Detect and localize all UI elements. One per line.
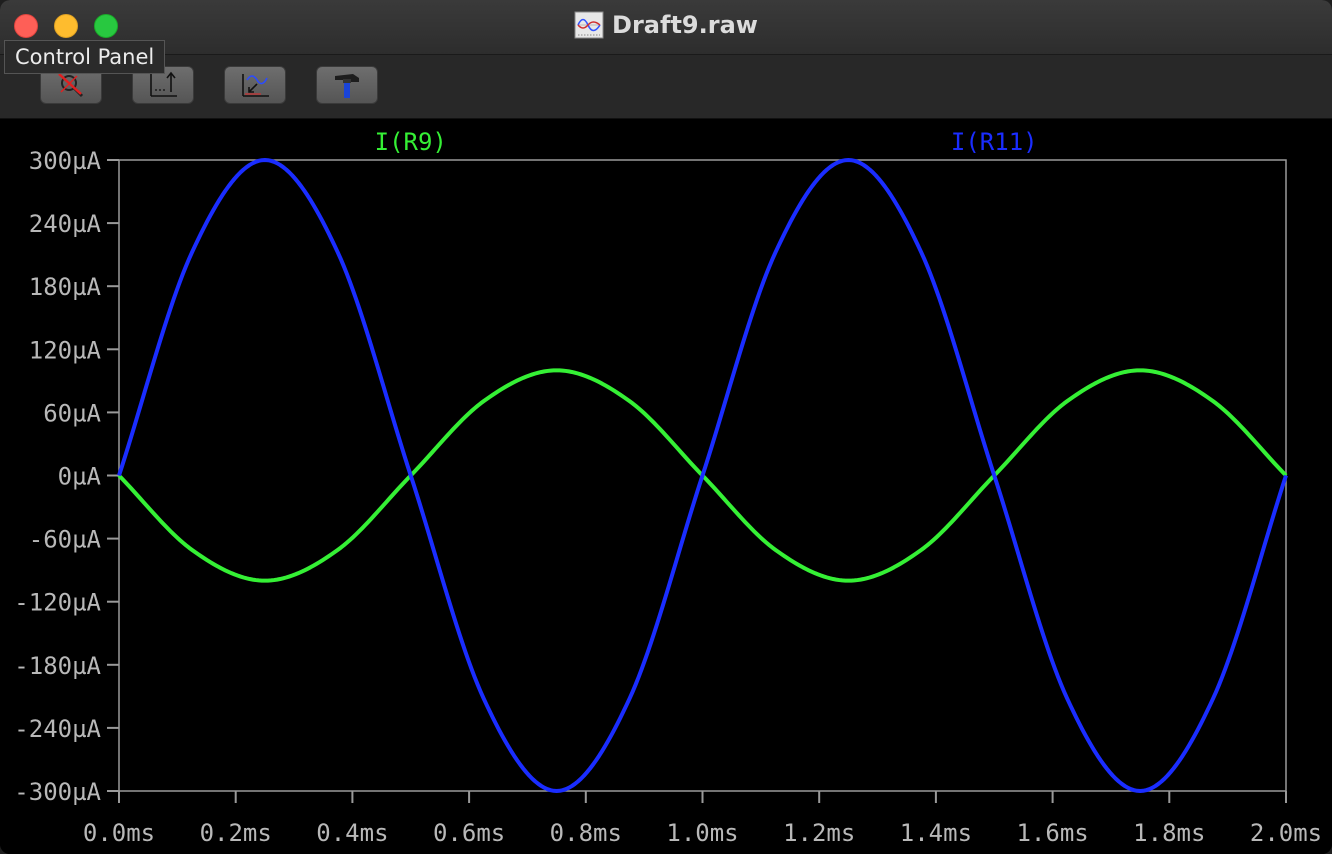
control-panel-tooltip: Control Panel bbox=[4, 40, 166, 74]
plot-settings-button[interactable] bbox=[224, 66, 286, 104]
trace-label: I(R11) bbox=[951, 128, 1038, 156]
zoom-button[interactable] bbox=[94, 14, 118, 38]
x-tick-label: 0.4ms bbox=[316, 819, 388, 847]
y-tick-label: 300µA bbox=[29, 147, 102, 175]
title-bar: Draft9.raw bbox=[0, 0, 1332, 55]
x-tick-label: 2.0ms bbox=[1250, 819, 1322, 847]
y-tick-label: 180µA bbox=[29, 273, 102, 301]
toolbar bbox=[0, 55, 1332, 119]
waveform-chart[interactable]: 300µA 240µA 180µA 120µA 60µA 0µA -60µA -120µA -1… bbox=[0, 119, 1332, 854]
y-tick-label: 0µA bbox=[58, 463, 102, 491]
x-tick-label: 1.6ms bbox=[1016, 819, 1088, 847]
close-button[interactable] bbox=[14, 14, 38, 38]
y-tick-label: -240µA bbox=[14, 715, 101, 743]
y-tick-label: 240µA bbox=[29, 210, 102, 238]
plot-pane[interactable]: 300µA 240µA 180µA 120µA 60µA 0µA -60µA -120µA -1… bbox=[0, 119, 1332, 854]
axis-scale-icon bbox=[150, 71, 177, 97]
series-line-2 bbox=[117, 158, 1288, 793]
waveform-document-icon bbox=[574, 11, 604, 39]
x-tick-label: 1.2ms bbox=[783, 819, 855, 847]
y-tick-label: -60µA bbox=[29, 526, 102, 554]
hammer-icon bbox=[335, 74, 359, 98]
x-tick-label: 0.0ms bbox=[83, 819, 155, 847]
x-tick-label: 1.4ms bbox=[900, 819, 972, 847]
y-tick-label: -180µA bbox=[14, 652, 101, 680]
y-tick-label: 60µA bbox=[43, 399, 101, 427]
minimize-button[interactable] bbox=[54, 14, 78, 38]
y-tick-label: -300µA bbox=[14, 778, 101, 806]
magnifier-crossed-icon bbox=[58, 73, 84, 98]
x-tick-label: 0.6ms bbox=[433, 819, 505, 847]
control-panel-button[interactable] bbox=[316, 66, 378, 104]
y-tick-label: -120µA bbox=[14, 589, 101, 617]
x-tick-label: 1.8ms bbox=[1133, 819, 1205, 847]
waveform-plot-icon bbox=[242, 74, 269, 97]
title-group: Draft9.raw bbox=[0, 0, 1332, 50]
x-tick-label: 0.8ms bbox=[550, 819, 622, 847]
y-tick-label: 120µA bbox=[29, 336, 102, 364]
x-tick-label: 0.2ms bbox=[200, 819, 272, 847]
x-tick-label: 1.0ms bbox=[666, 819, 738, 847]
waveform-window: Draft9.raw Control Panel 300µA 240µA 180… bbox=[0, 0, 1332, 854]
trace-label: I(R9) bbox=[375, 128, 447, 156]
window-title: Draft9.raw bbox=[612, 11, 758, 39]
